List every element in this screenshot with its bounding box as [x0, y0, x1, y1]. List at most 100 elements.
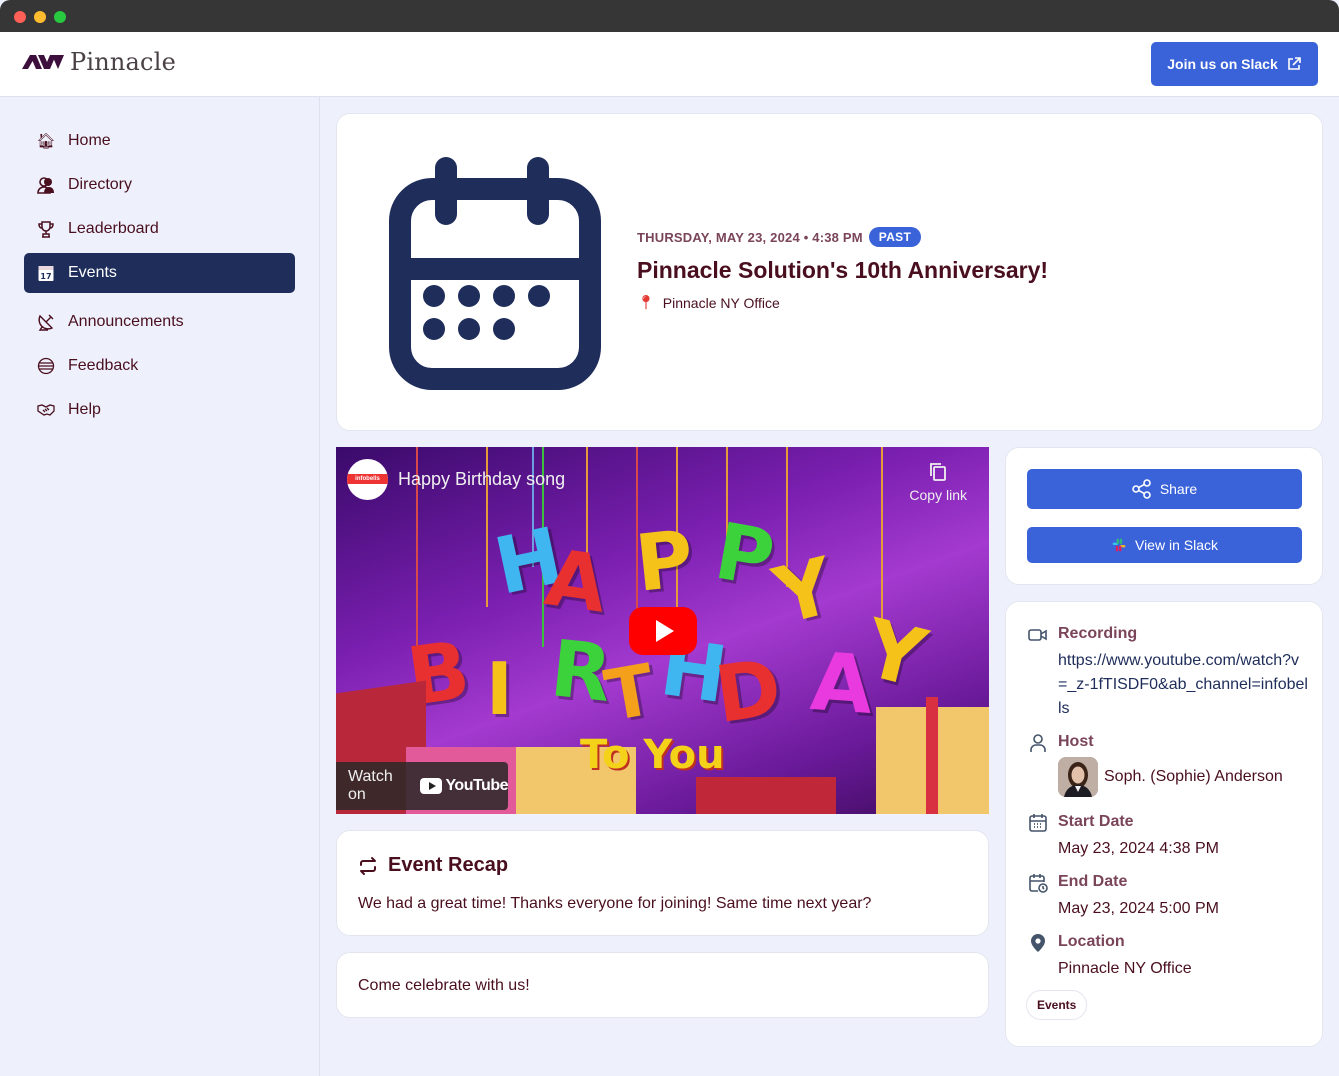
sidebar-item-label: Events [68, 264, 117, 281]
globe-icon [37, 357, 55, 375]
event-description: Come celebrate with us! [358, 977, 530, 994]
sidebar-item-label: Directory [68, 176, 133, 193]
sidebar-item-help[interactable]: Help [24, 390, 295, 430]
event-summary: THURSDAY, MAY 23, 2024 • 4:38 PM PAST Pi… [637, 227, 1048, 311]
start-date-value: May 23, 2024 4:38 PM [1058, 840, 1219, 857]
event-hero-card: THURSDAY, MAY 23, 2024 • 4:38 PM PAST Pi… [336, 113, 1323, 431]
sidebar-item-announcements[interactable]: Announcements [24, 302, 295, 342]
copy-link-label: Copy link [909, 487, 967, 503]
host-profile[interactable]: Soph. (Sophie) Anderson [1058, 757, 1283, 797]
youtube-logo: YouTube [420, 777, 508, 795]
recap-heading: Event Recap [358, 854, 508, 877]
pinnacle-logo-icon [22, 55, 64, 69]
location-value: Pinnacle NY Office [1058, 960, 1192, 977]
external-link-icon [1287, 57, 1301, 70]
recording-label: Recording [1058, 625, 1138, 642]
art-letter: A [540, 533, 613, 631]
calendar-icon [1029, 814, 1047, 832]
video-camera-icon [1028, 629, 1047, 641]
view-in-slack-label: View in Slack [1134, 537, 1218, 553]
play-button[interactable] [629, 607, 697, 655]
art-letter: T [599, 648, 661, 738]
brand-logo[interactable]: Pinnacle [22, 48, 176, 76]
share-icon [1132, 479, 1151, 499]
sidebar-nav: 🏠︎ Home Directory Leaderboard 17 Events … [0, 97, 320, 1076]
recap-body: We had a great time! Thanks everyone for… [358, 895, 872, 912]
watch-on-youtube-button[interactable]: Watch on YouTube [336, 762, 508, 810]
end-date-value: May 23, 2024 5:00 PM [1058, 900, 1219, 917]
repeat-icon [360, 856, 376, 875]
category-tag[interactable]: Events [1026, 990, 1088, 1020]
event-title: Pinnacle Solution's 10th Anniversary! [637, 257, 1049, 283]
event-actions-card: Share View in Slack [1005, 447, 1323, 585]
join-slack-label: Join us on Slack [1167, 56, 1278, 72]
calendar-icon: 17 [37, 264, 55, 282]
recap-heading-text: Event Recap [388, 854, 509, 876]
detail-location: Location Pinnacle NY Office [1028, 933, 1308, 983]
join-slack-button[interactable]: Join us on Slack [1151, 42, 1318, 86]
sidebar-item-label: Leaderboard [68, 220, 159, 237]
host-label: Host [1058, 733, 1094, 750]
window-titlebar [0, 0, 1339, 32]
gift-ribbon [926, 697, 938, 814]
youtube-video-embed[interactable]: H A P P Y B I R T H D A Y To You infobel… [336, 447, 989, 814]
watch-on-label: Watch on [348, 768, 393, 803]
art-caption: To You [580, 732, 725, 778]
people-icon [37, 176, 55, 194]
sidebar-item-home[interactable]: 🏠︎ Home [24, 121, 295, 161]
brand-name: Pinnacle [70, 48, 176, 76]
copy-link-button[interactable]: Copy link [909, 461, 967, 503]
host-name: Soph. (Sophie) Anderson [1104, 768, 1283, 785]
location-pin-icon [1031, 934, 1045, 952]
minimize-window-button[interactable] [34, 11, 46, 23]
art-letter: Y [855, 601, 935, 706]
youtube-wordmark: YouTube [445, 777, 508, 794]
view-in-slack-button[interactable]: View in Slack [1027, 527, 1302, 563]
person-icon [1030, 734, 1046, 752]
detail-host: Host Soph. (Sophie) Anderson [1028, 733, 1308, 799]
share-label: Share [1159, 481, 1198, 497]
sidebar-item-leaderboard[interactable]: Leaderboard [24, 209, 295, 249]
host-avatar [1058, 757, 1098, 797]
event-location-text: Pinnacle NY Office [662, 294, 780, 311]
detail-recording: Recording https://www.youtube.com/watch?… [1028, 625, 1308, 721]
handshake-icon [37, 401, 55, 419]
sidebar-item-directory[interactable]: Directory [24, 165, 295, 205]
video-title[interactable]: Happy Birthday song [398, 469, 565, 490]
house-icon: 🏠︎ [36, 132, 56, 150]
sidebar-item-events[interactable]: 17 Events [24, 253, 295, 293]
status-badge: PAST [868, 227, 922, 247]
event-datetime: THURSDAY, MAY 23, 2024 • 4:38 PM [637, 229, 863, 245]
close-window-button[interactable] [14, 11, 26, 23]
sidebar-item-label: Help [68, 401, 101, 418]
svg-text:17: 17 [40, 272, 51, 281]
sidebar-item-feedback[interactable]: Feedback [24, 346, 295, 386]
event-date-line: THURSDAY, MAY 23, 2024 • 4:38 PM PAST [637, 227, 1048, 247]
sidebar-item-label: Feedback [68, 357, 139, 374]
copy-icon [930, 463, 947, 481]
share-button[interactable]: Share [1027, 469, 1302, 509]
trophy-icon [37, 220, 55, 238]
art-letter: Y [765, 541, 843, 643]
map-pin-icon: 📍︎ [637, 294, 655, 310]
event-recap-card: Event Recap We had a great time! Thanks … [336, 830, 989, 936]
end-date-label: End Date [1058, 873, 1128, 890]
sidebar-item-label: Announcements [68, 313, 184, 330]
zoom-window-button[interactable] [54, 11, 66, 23]
detail-end-date: End Date May 23, 2024 5:00 PM [1028, 873, 1308, 923]
event-details-card: Recording https://www.youtube.com/watch?… [1005, 601, 1323, 1047]
satellite-dish-icon [37, 313, 55, 331]
calendar-icon [389, 157, 601, 390]
channel-name: infobells [347, 474, 388, 484]
event-description-card: Come celebrate with us! [336, 952, 989, 1018]
art-letter: I [486, 647, 513, 731]
start-date-label: Start Date [1058, 813, 1134, 830]
youtube-play-icon [420, 778, 443, 794]
gift-box [696, 777, 836, 814]
detail-start-date: Start Date May 23, 2024 4:38 PM [1028, 813, 1308, 863]
channel-avatar[interactable]: infobells [347, 459, 388, 500]
art-letter: D [710, 642, 787, 742]
sidebar-item-label: Home [68, 132, 111, 149]
recording-link[interactable]: https://www.youtube.com/watch?v=_z-1fTIS… [1058, 649, 1308, 721]
art-letter: P [631, 514, 698, 610]
